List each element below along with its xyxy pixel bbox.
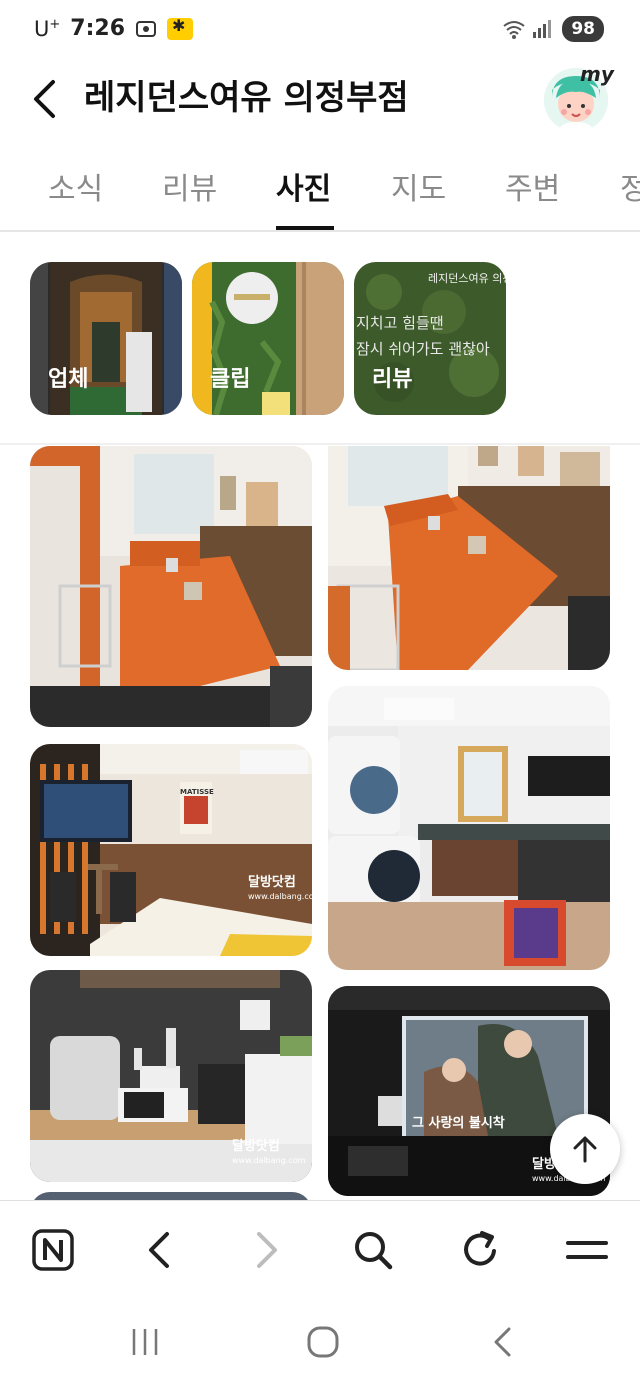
photo-desk[interactable]: 달방닷컴 www.dalbang.com xyxy=(30,970,312,1182)
overlay-line: 잠시 쉬어가도 괜찮아 xyxy=(356,340,490,358)
watermark-title: 달방닷컴 xyxy=(232,1139,280,1154)
movie-title: 그 사랑의 불시착 xyxy=(412,1116,505,1131)
overlay-line: 지치고 힘들땐 xyxy=(356,314,444,332)
carrier-name: U xyxy=(34,16,50,41)
poster-brand: MATISSE xyxy=(180,788,214,796)
home-icon xyxy=(307,1326,339,1358)
back-icon xyxy=(494,1327,511,1357)
bedroom-photo xyxy=(30,446,312,727)
avatar-my-label: my xyxy=(580,62,614,86)
tab-info[interactable]: 정 xyxy=(620,164,640,208)
signal-icon xyxy=(532,18,554,40)
tab-bar: 소식 리뷰 사진 지도 주변 정 xyxy=(0,150,640,232)
kakao-notification-icon xyxy=(167,16,194,40)
browser-forward-button[interactable] xyxy=(242,1225,292,1275)
photo-bedroom-1[interactable] xyxy=(30,446,312,727)
wifi-icon xyxy=(502,18,525,40)
browser-search-button[interactable] xyxy=(348,1225,398,1275)
tab-nearby[interactable]: 주변 xyxy=(505,164,560,208)
watermark-url: www.dalbang.com xyxy=(248,892,312,901)
active-tab-indicator xyxy=(276,226,334,230)
category-label: 클립 xyxy=(210,367,251,392)
kitchen-photo xyxy=(328,686,610,970)
battery-badge: 98 xyxy=(562,16,604,42)
browser-toolbar xyxy=(0,1200,640,1300)
system-back-button[interactable] xyxy=(478,1322,528,1362)
divider xyxy=(0,443,640,445)
scroll-top-button[interactable] xyxy=(550,1114,620,1184)
watermark: 달방닷컴 www.dalbang.com xyxy=(248,876,312,904)
browser-menu-button[interactable] xyxy=(562,1225,612,1275)
status-left: U+ 7:26 xyxy=(34,16,194,41)
page-title: 레지던스여유 의정부점 xyxy=(84,78,409,118)
tab-photos[interactable]: 사진 xyxy=(276,164,331,208)
status-time: 7:26 xyxy=(70,16,126,41)
tab-reviews[interactable]: 리뷰 xyxy=(162,164,217,208)
naver-home-button[interactable] xyxy=(28,1225,78,1275)
menu-icon xyxy=(566,1241,608,1259)
category-review[interactable]: 레지던스여유 의정 지치고 힘들땐 잠시 쉬어가도 괜찮아 리뷰 xyxy=(354,262,506,415)
system-nav-bar xyxy=(0,1300,640,1387)
review-overlay-text: 지치고 힘들땐 잠시 쉬어가도 괜찮아 xyxy=(356,310,490,362)
header: 레지던스여유 의정부점 my xyxy=(0,60,640,140)
watermark-title: 달방닷컴 xyxy=(248,875,296,890)
category-label: 리뷰 xyxy=(372,367,413,392)
chevron-left-icon xyxy=(149,1232,169,1268)
tab-news[interactable]: 소식 xyxy=(48,164,103,208)
chevron-left-icon xyxy=(34,80,55,118)
carrier-label: U+ xyxy=(34,17,60,41)
status-right: 98 xyxy=(502,16,604,42)
chevron-right-icon xyxy=(257,1232,277,1268)
browser-back-button[interactable] xyxy=(134,1225,184,1275)
recent-apps-button[interactable] xyxy=(120,1322,170,1362)
carrier-sup: + xyxy=(49,16,61,32)
refresh-icon xyxy=(464,1231,496,1266)
category-label: 업체 xyxy=(48,367,89,392)
watermark-url: www.dalbang.com xyxy=(232,1156,306,1165)
photo-bedroom-2[interactable] xyxy=(328,446,610,670)
photo-kitchen[interactable] xyxy=(328,686,610,970)
status-bar: U+ 7:26 98 xyxy=(0,0,640,60)
naver-n-icon xyxy=(32,1229,74,1271)
search-icon xyxy=(355,1232,393,1270)
screenshot-icon xyxy=(135,18,157,40)
watermark: 달방닷컴 www.dalbang.com xyxy=(232,1140,305,1168)
arrow-up-icon xyxy=(573,1136,597,1163)
review-overlay-top: 레지던스여유 의정 xyxy=(428,272,506,285)
browser-refresh-button[interactable] xyxy=(456,1225,506,1275)
back-button[interactable] xyxy=(24,74,64,124)
category-business[interactable]: 업체 xyxy=(30,262,182,415)
photo-living-room[interactable]: 달방닷컴 www.dalbang.com MATISSE xyxy=(30,744,312,956)
home-button[interactable] xyxy=(298,1322,348,1362)
living-room-photo xyxy=(30,744,312,956)
tab-map[interactable]: 지도 xyxy=(391,164,446,208)
category-clip[interactable]: 클립 xyxy=(192,262,344,415)
bedroom-photo xyxy=(328,446,610,670)
recent-apps-icon xyxy=(132,1329,158,1355)
